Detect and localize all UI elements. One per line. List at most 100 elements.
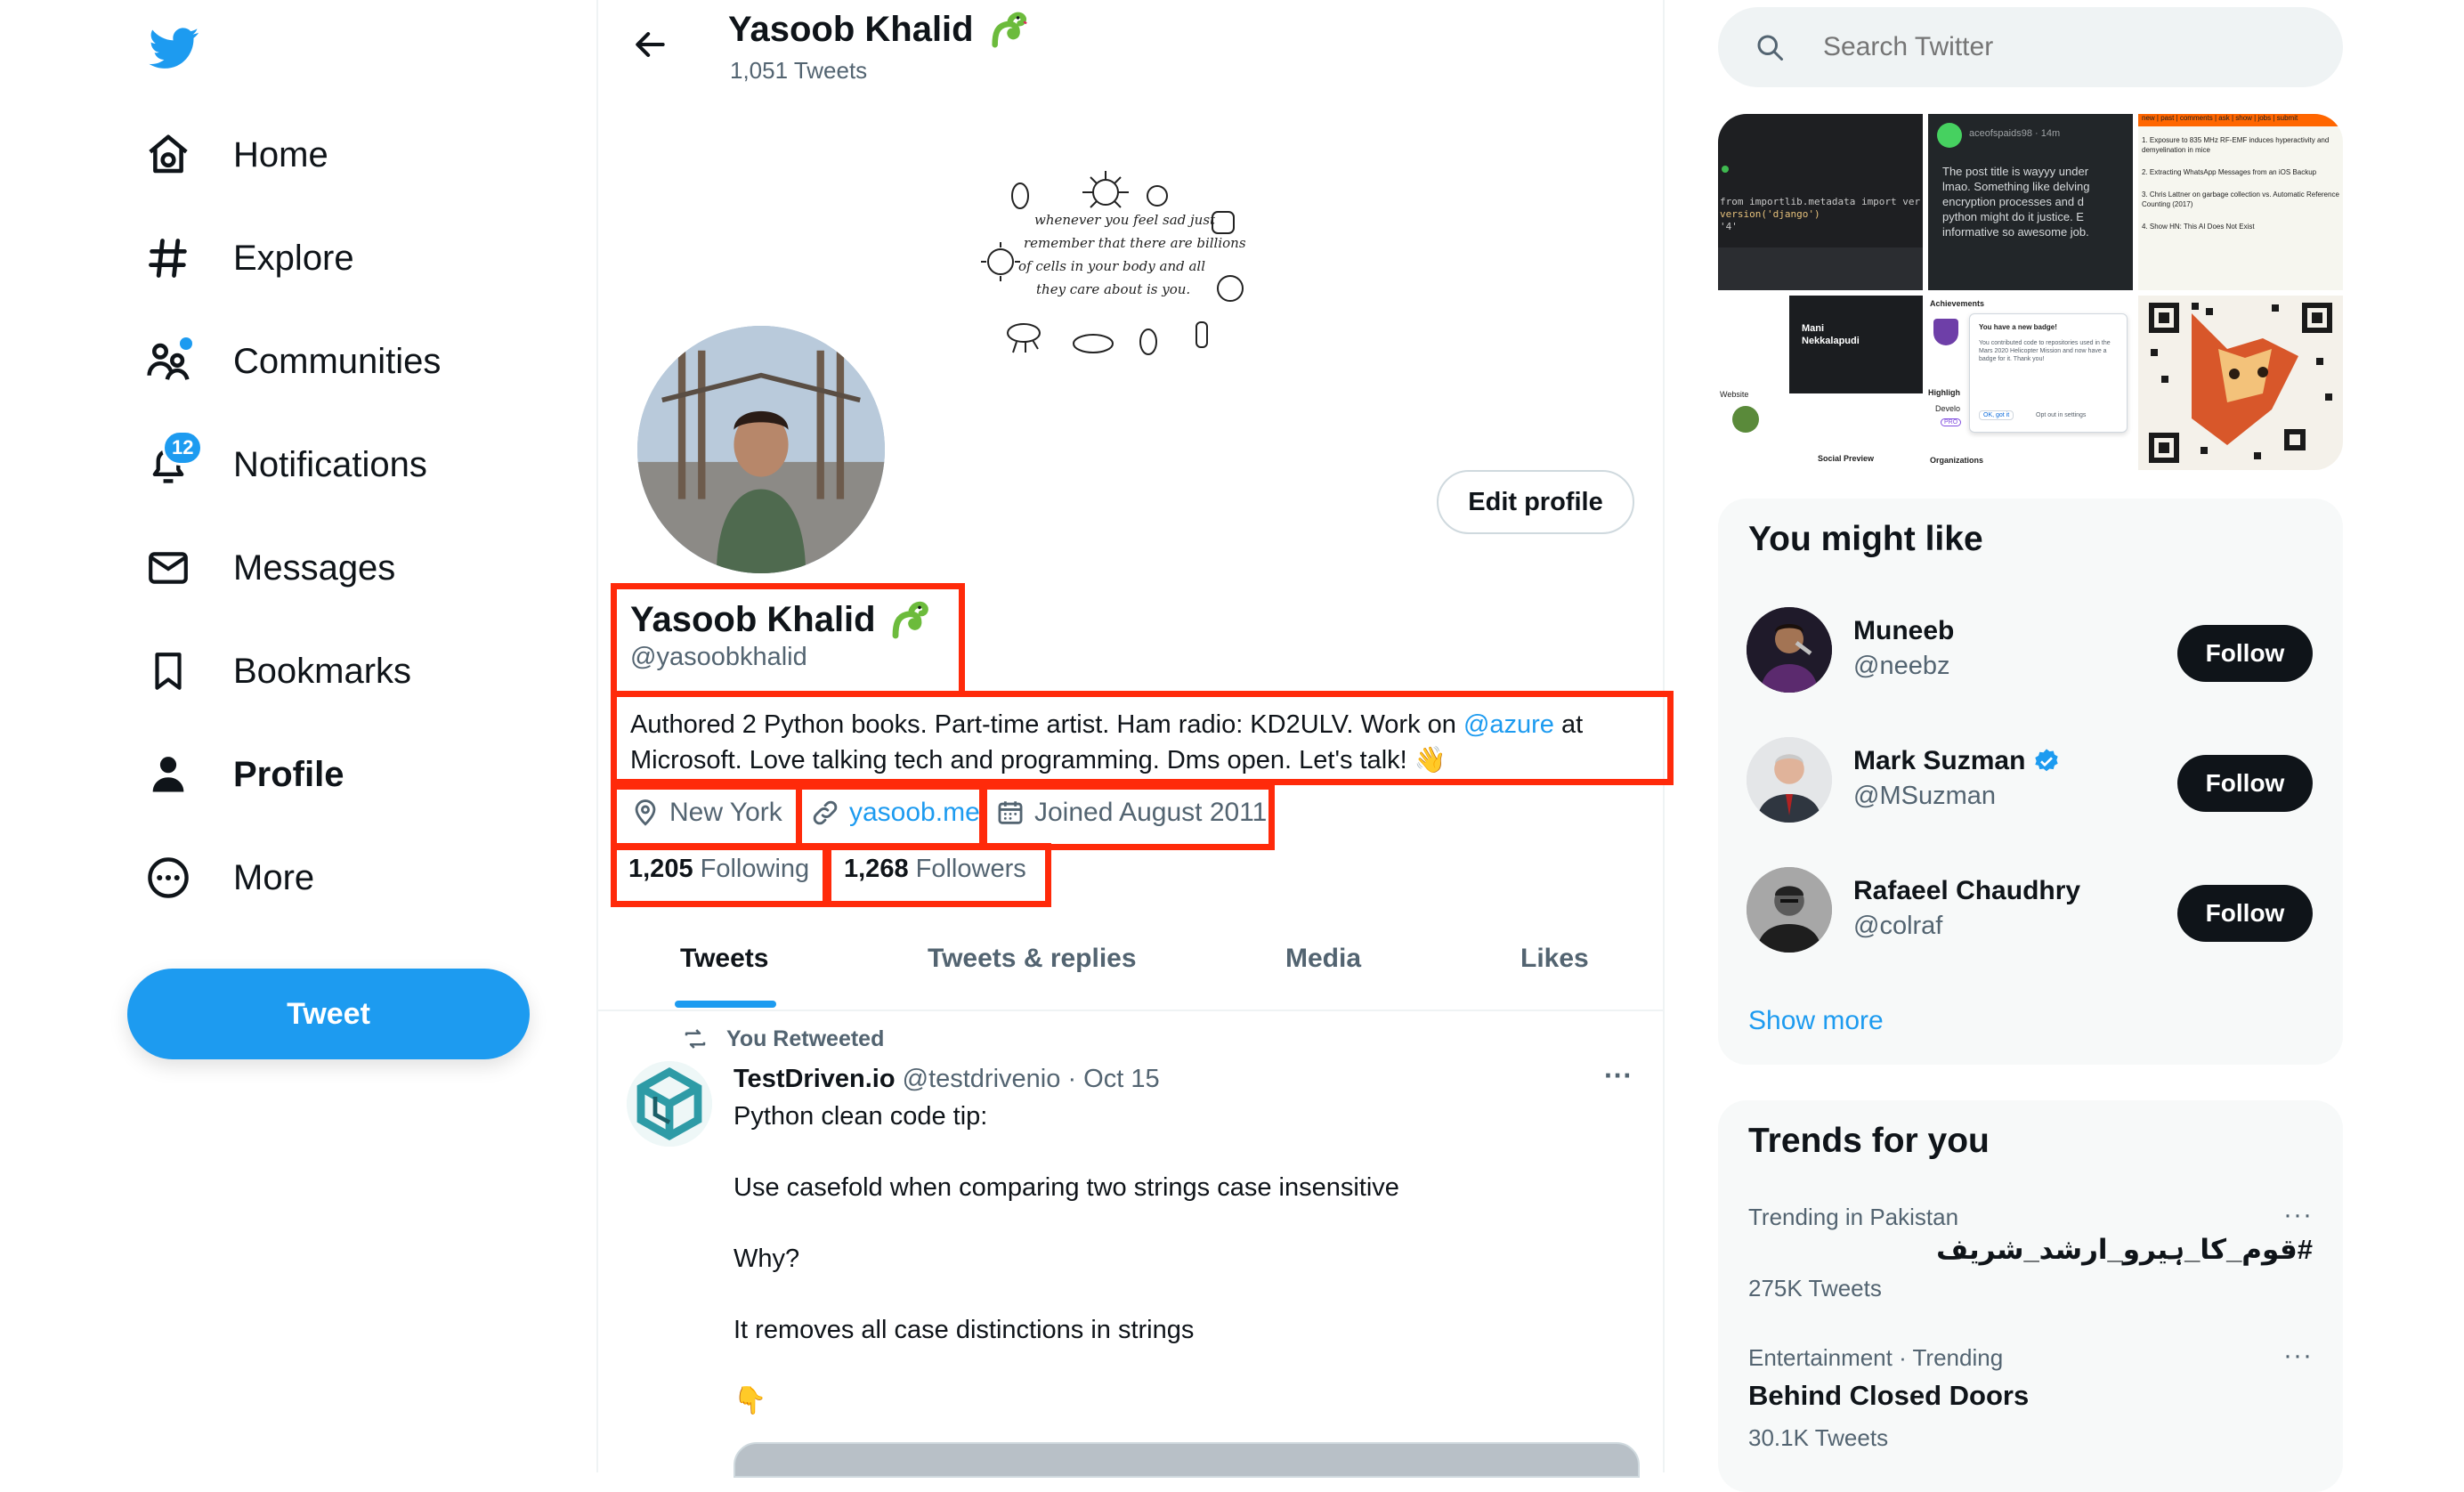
badge-ok-button[interactable]: OK, got it (1979, 410, 2014, 420)
joined-text: Joined August 2011 (1034, 798, 1268, 827)
media-tile-comment[interactable]: aceofspaids98 · 14m The post title is wa… (1928, 114, 2133, 290)
follow-button[interactable]: Follow (2177, 755, 2313, 812)
search-input[interactable] (1821, 31, 2306, 63)
badge-popup-text: You contributed code to repositories use… (1979, 340, 2111, 362)
nav-explore[interactable]: Explore (142, 214, 354, 303)
edit-profile-button[interactable]: Edit profile (1437, 470, 1634, 534)
suggestion-handle[interactable]: @colraf (1853, 912, 1942, 941)
media-grid: from importlib.metadata import ver versi… (1718, 114, 2343, 470)
profile-banner[interactable]: whenever you feel sad just remember that… (981, 166, 1301, 370)
svg-text:they care about is you.: they care about is you. (1036, 281, 1190, 297)
tweet-media-preview[interactable] (734, 1442, 1640, 1478)
communities-icon (142, 336, 194, 387)
following-label: Following (700, 855, 810, 883)
comment-line: The post title is wayyy under (1942, 165, 2089, 178)
tweet-author-name[interactable]: TestDriven.io (734, 1065, 896, 1093)
avatar[interactable] (1747, 607, 1832, 693)
twitter-logo-icon[interactable] (148, 23, 201, 73)
suggestions-title: You might like (1748, 520, 1983, 558)
tweet-line: Python clean code tip: (734, 1102, 988, 1131)
news-item: 1. Exposure to 835 MHz RF-EMF induces hy… (2142, 136, 2330, 154)
code-dot-icon (1722, 166, 1729, 173)
nav-home[interactable]: Home (142, 110, 328, 199)
left-navigation: Home Explore Communities 12 Notification… (0, 0, 596, 1472)
following-stat[interactable]: 1,205 Following (628, 855, 809, 884)
tweet-author-handle[interactable]: @testdrivenio (903, 1065, 1061, 1093)
search-icon (1754, 31, 1786, 63)
badge-popup: You have a new badge! You contributed co… (1969, 313, 2128, 433)
nav-communities[interactable]: Communities (142, 317, 441, 406)
show-more-link[interactable]: Show more (1748, 1006, 1884, 1036)
tweet-button[interactable]: Tweet (127, 969, 530, 1059)
news-item: 2. Extracting WhatsApp Messages from an … (2142, 168, 2317, 176)
suggestion-handle[interactable]: @neebz (1853, 652, 1949, 681)
bio-mention-link[interactable]: @azure (1463, 710, 1554, 739)
rafaeel-avatar-icon (1747, 867, 1832, 953)
followers-count: 1,268 (844, 855, 909, 883)
bio-text: Authored 2 Python books. Part-time artis… (630, 710, 1463, 739)
nav-home-label: Home (233, 134, 328, 174)
tweet-date[interactable]: Oct 15 (1083, 1065, 1159, 1093)
tweet-more-icon[interactable]: ··· (1604, 1059, 1633, 1092)
trend-more-icon[interactable]: ··· (2283, 1341, 2313, 1371)
nav-profile[interactable]: Profile (142, 730, 344, 819)
tab-media[interactable]: Media (1285, 944, 1361, 974)
suggestion-name[interactable]: Muneeb (1853, 616, 1954, 646)
home-icon (142, 129, 194, 181)
right-sidebar: from importlib.metadata import ver versi… (1718, 0, 2464, 1492)
header-tweet-count: 1,051 Tweets (730, 57, 868, 84)
profile-bio: Authored 2 Python books. Part-time artis… (630, 707, 1654, 778)
tweet-line: Use casefold when comparing two strings … (734, 1173, 1399, 1202)
nav-messages[interactable]: Messages (142, 523, 395, 612)
nav-notifications[interactable]: 12 Notifications (142, 420, 427, 509)
avatar[interactable] (1747, 737, 1832, 823)
profile-column: Yasoob Khalid 1,051 Tweets whenever you … (596, 0, 1674, 1478)
trend-more-icon[interactable]: ··· (2283, 1200, 2313, 1230)
back-arrow-icon[interactable] (630, 25, 669, 64)
notifications-badge: 12 (162, 430, 204, 466)
website-label: Website (1720, 390, 1749, 399)
profile-avatar[interactable] (634, 322, 888, 577)
media-tile-portfolio[interactable]: Mani Nekkalapudi Website Social Preview (1718, 296, 1923, 470)
suggestion-name[interactable]: Rafaeel Chaudhry (1853, 876, 2080, 906)
waving-hand-emoji: 👋 (1414, 746, 1447, 774)
trend-name[interactable]: #قوم_کا_ہیرو_ارشد_شریف (1936, 1234, 2313, 1266)
news-header: new | past | comments | ask | show | job… (2138, 114, 2343, 126)
nav-bookmarks[interactable]: Bookmarks (142, 627, 411, 716)
resume-name: Mani (1802, 323, 1825, 334)
website-link[interactable]: yasoob.me (849, 798, 980, 828)
tweet-author-avatar[interactable] (627, 1061, 712, 1147)
person-icon (142, 749, 194, 800)
tab-likes[interactable]: Likes (1520, 944, 1589, 974)
media-tile-news[interactable]: new | past | comments | ask | show | job… (2138, 114, 2343, 290)
suggestion-name[interactable]: Mark Suzman (1853, 746, 2061, 776)
suggestion-handle[interactable]: @MSuzman (1853, 782, 1996, 811)
tab-tweets-replies[interactable]: Tweets & replies (928, 944, 1137, 974)
tab-tweets[interactable]: Tweets (680, 944, 768, 974)
nav-messages-label: Messages (233, 547, 396, 588)
trends-card: Trends for you Trending in Pakistan ··· … (1718, 1100, 2343, 1492)
profile-handle: @yasoobkhalid (630, 643, 807, 671)
followers-stat[interactable]: 1,268 Followers (844, 855, 1026, 884)
trend-count: 30.1K Tweets (1748, 1424, 1889, 1451)
badge-optout-link[interactable]: Opt out in settings (2036, 412, 2086, 418)
follow-button[interactable]: Follow (2177, 885, 2313, 942)
avatar[interactable] (1747, 867, 1832, 953)
location-pin-icon (630, 798, 661, 828)
media-tile-qr[interactable] (2138, 296, 2343, 470)
media-tile-achievements[interactable]: Achievements Highligh Develo PRO Organiz… (1928, 296, 2133, 470)
envelope-icon (142, 542, 194, 594)
tweet-line: Why? (734, 1245, 800, 1273)
pro-badge: PRO (1941, 418, 1962, 426)
media-tile-code[interactable]: from importlib.metadata import ver versi… (1718, 114, 1923, 290)
nav-more[interactable]: More (142, 833, 314, 922)
svg-text:whenever you feel sad just: whenever you feel sad just (1034, 212, 1216, 228)
snake-emoji-icon (888, 598, 931, 641)
you-might-like-card: You might like Muneeb @neebz Follow Mark… (1718, 499, 2343, 1065)
profile-website[interactable]: yasoob.me (810, 798, 980, 828)
search-bar[interactable] (1718, 7, 2343, 87)
trend-name[interactable]: Behind Closed Doors (1748, 1380, 2029, 1412)
nav-bookmarks-label: Bookmarks (233, 651, 412, 691)
code-line: from importlib.metadata import ver (1720, 196, 1921, 207)
follow-button[interactable]: Follow (2177, 625, 2313, 682)
